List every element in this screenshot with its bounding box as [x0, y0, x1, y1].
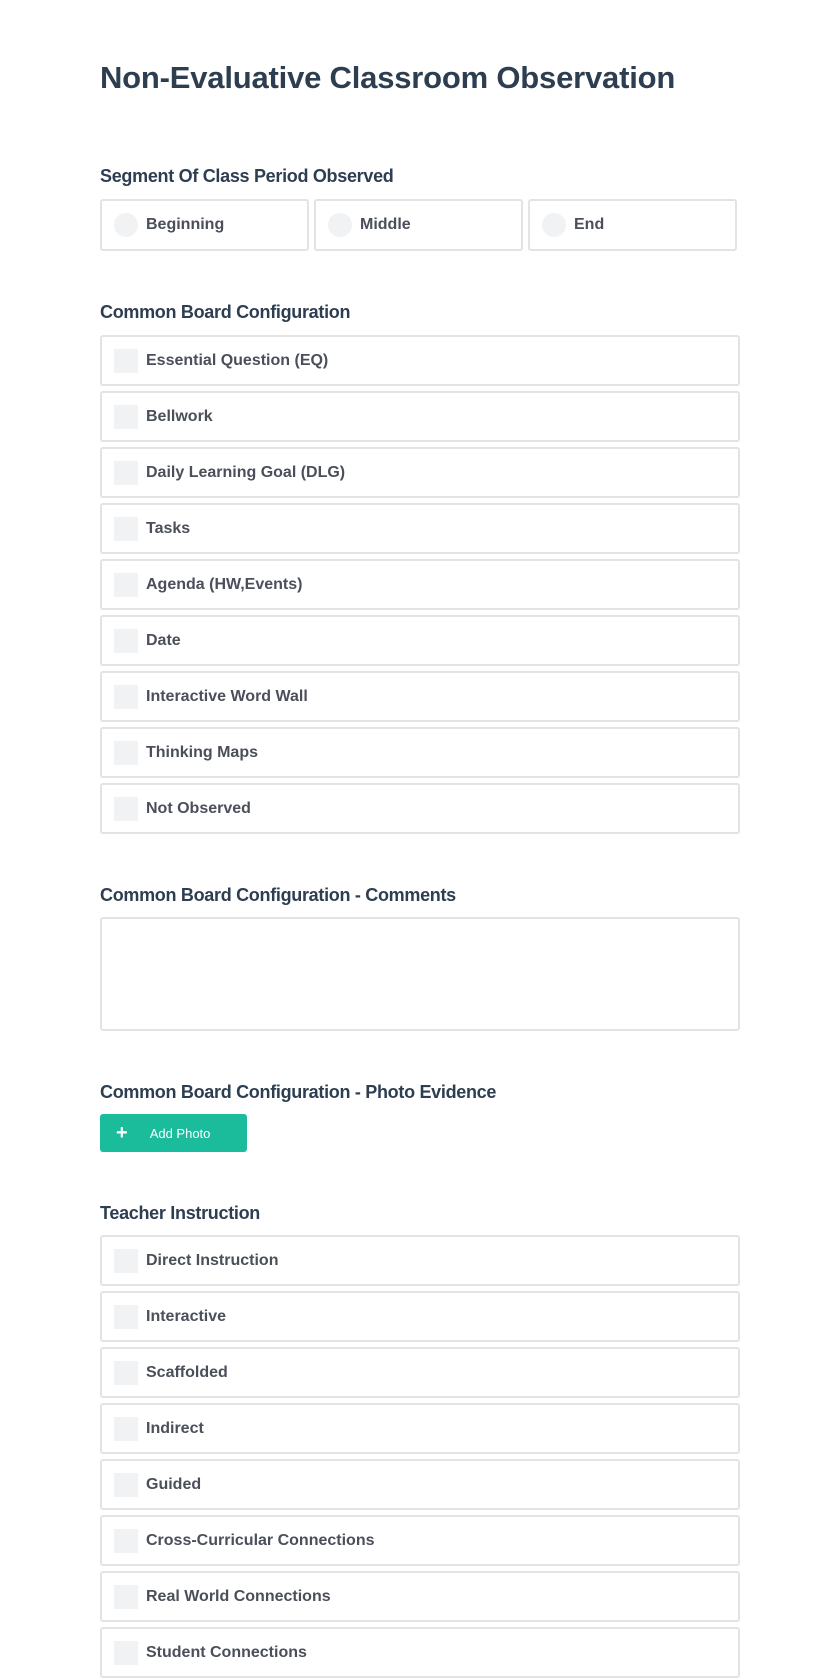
checkbox-icon[interactable] — [114, 1360, 138, 1385]
checkbox-icon[interactable] — [114, 1304, 138, 1329]
option-label: Interactive Word Wall — [146, 687, 308, 705]
segment-section-title: Segment Of Class Period Observed — [100, 166, 394, 186]
checkbox-option[interactable]: Scaffolded — [100, 1347, 740, 1398]
option-label: Not Observed — [146, 799, 251, 817]
checkbox-option[interactable]: Agenda (HW,Events) — [100, 559, 740, 610]
checkbox-icon[interactable] — [114, 684, 138, 709]
checkbox-icon[interactable] — [114, 1640, 138, 1665]
checkbox-icon[interactable] — [114, 740, 138, 765]
checkbox-icon[interactable] — [114, 516, 138, 541]
option-label: Date — [146, 631, 181, 649]
checkbox-option[interactable]: Cross-Curricular Connections — [100, 1515, 740, 1566]
option-label: Scaffolded — [146, 1363, 228, 1381]
checkbox-option[interactable]: Interactive Word Wall — [100, 671, 740, 722]
plus-icon: + — [116, 1122, 128, 1144]
observation-form: Non-Evaluative Classroom Observation Seg… — [0, 0, 840, 1680]
segment-radio-group: Beginning Middle End — [100, 199, 737, 251]
option-label: Guided — [146, 1475, 202, 1493]
board-config-section-title: Common Board Configuration — [100, 302, 351, 322]
option-label: Tasks — [146, 519, 191, 537]
option-label: Middle — [360, 216, 411, 233]
checkbox-icon[interactable] — [114, 1248, 138, 1273]
board-config-checklist: Essential Question (EQ) Bellwork Daily L… — [100, 335, 740, 834]
checkbox-option[interactable]: Not Observed — [100, 783, 740, 834]
option-label: Student Connections — [146, 1643, 307, 1661]
add-photo-label: Add Photo — [149, 1125, 211, 1141]
checkbox-option[interactable]: Tasks — [100, 503, 740, 554]
radio-circle-icon[interactable] — [114, 213, 138, 237]
checkbox-option[interactable]: Daily Learning Goal (DLG) — [100, 447, 740, 498]
teacher-instruction-checklist: Direct Instruction Interactive Scaffolde… — [100, 1235, 740, 1678]
option-label: Thinking Maps — [146, 743, 258, 761]
checkbox-option[interactable]: Indirect — [100, 1403, 740, 1454]
checkbox-option[interactable]: Interactive — [100, 1291, 740, 1342]
radio-circle-icon[interactable] — [542, 213, 566, 237]
option-label: Cross-Curricular Connections — [146, 1531, 375, 1549]
radio-circle-icon[interactable] — [328, 213, 352, 237]
radio-option-end[interactable]: End — [528, 199, 737, 251]
option-label: Indirect — [146, 1419, 204, 1437]
checkbox-icon[interactable] — [114, 1584, 138, 1609]
checkbox-option[interactable]: Date — [100, 615, 740, 666]
teacher-instruction-section-title: Teacher Instruction — [100, 1203, 261, 1223]
checkbox-icon[interactable] — [114, 1472, 138, 1497]
checkbox-icon[interactable] — [114, 796, 138, 821]
checkbox-icon[interactable] — [114, 404, 138, 429]
checkbox-icon[interactable] — [114, 1528, 138, 1553]
radio-option-middle[interactable]: Middle — [314, 199, 523, 251]
option-label: End — [574, 216, 605, 233]
radio-option-beginning[interactable]: Beginning — [100, 199, 309, 251]
checkbox-option[interactable]: Bellwork — [100, 391, 740, 442]
board-comments-section-title: Common Board Configuration - Comments — [100, 885, 456, 905]
checkbox-option[interactable]: Guided — [100, 1459, 740, 1510]
checkbox-option[interactable]: Direct Instruction — [100, 1235, 740, 1286]
add-photo-button[interactable]: + Add Photo — [100, 1114, 247, 1152]
board-comments-textarea[interactable] — [100, 917, 740, 1031]
option-label: Real World Connections — [146, 1587, 331, 1605]
option-label: Interactive — [146, 1307, 227, 1325]
checkbox-option[interactable]: Essential Question (EQ) — [100, 335, 740, 386]
checkbox-option[interactable]: Student Connections — [100, 1627, 740, 1678]
checkbox-option[interactable]: Thinking Maps — [100, 727, 740, 778]
option-label: Agenda (HW,Events) — [146, 575, 303, 593]
checkbox-icon[interactable] — [114, 1416, 138, 1441]
checkbox-icon[interactable] — [114, 460, 138, 485]
board-photo-section-title: Common Board Configuration - Photo Evide… — [100, 1082, 497, 1102]
checkbox-option[interactable]: Real World Connections — [100, 1571, 740, 1622]
checkbox-icon[interactable] — [114, 572, 138, 597]
page-title: Non-Evaluative Classroom Observation — [100, 60, 676, 95]
checkbox-icon[interactable] — [114, 628, 138, 653]
option-label: Beginning — [146, 216, 225, 233]
checkbox-icon[interactable] — [114, 348, 138, 373]
option-label: Essential Question (EQ) — [146, 351, 329, 369]
option-label: Direct Instruction — [146, 1251, 279, 1269]
option-label: Daily Learning Goal (DLG) — [146, 463, 346, 481]
option-label: Bellwork — [146, 407, 213, 425]
